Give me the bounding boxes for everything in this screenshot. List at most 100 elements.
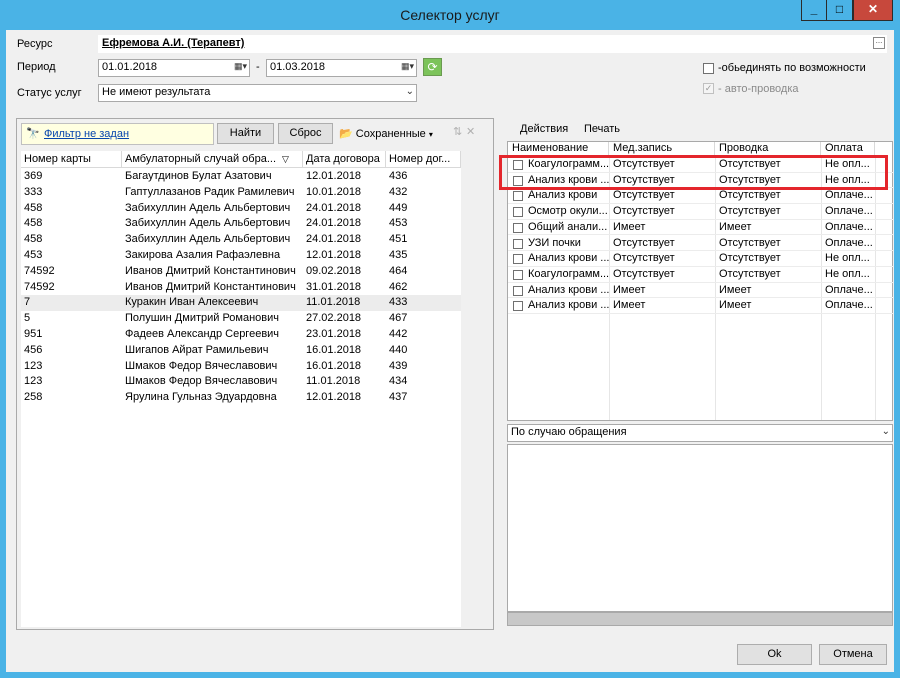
row-checkbox[interactable] — [513, 191, 523, 202]
table-row[interactable]: Анализ крови ... Имеет Имеет Оплаче... — [508, 298, 894, 314]
table-row[interactable]: 458 Забихуллин Адель Альбертович 24.01.201… — [21, 232, 461, 248]
reset-button[interactable]: Сброс — [278, 123, 333, 144]
card-number-cell: 951 — [24, 328, 43, 340]
card-number-cell: 369 — [24, 170, 43, 182]
payment-cell: Оплаче... — [825, 220, 873, 233]
period-from-field[interactable]: 01.01.2018 ▦▾ — [98, 59, 250, 77]
filter-link[interactable]: Фильтр не задан — [44, 128, 129, 140]
col-header-posting[interactable]: Проводка — [715, 142, 821, 156]
close-button[interactable]: ✕ — [853, 0, 893, 21]
med-record-cell: Имеет — [613, 299, 646, 312]
col-header-med-record[interactable]: Мед.запись — [609, 142, 715, 156]
row-checkbox[interactable] — [513, 222, 523, 233]
print-menu[interactable]: Печать — [584, 123, 620, 135]
col-header-case[interactable]: Амбулаторный случай обра... ▽ — [122, 151, 303, 168]
table-row[interactable]: 74592 Иванов Дмитрий Константинович 09.02.… — [21, 264, 461, 280]
contract-number-cell: 436 — [389, 170, 408, 182]
med-record-cell: Имеет — [613, 220, 646, 233]
table-row[interactable]: 333 Гаптуллазанов Радик Рамилевич 10.01.20… — [21, 185, 461, 201]
col-header-card-number[interactable]: Номер карты — [21, 151, 122, 168]
med-record-cell: Отсутствует — [613, 267, 675, 280]
med-record-cell: Отсутствует — [613, 189, 675, 202]
col-header-case-label: Амбулаторный случай обра... — [125, 153, 277, 165]
ok-button[interactable]: Ok — [737, 644, 812, 665]
contract-date-cell: 24.01.2018 — [306, 201, 362, 214]
table-row[interactable]: Анализ крови Отсутствует Отсутствует Оплаче… — [508, 188, 894, 205]
binoculars-icon: 🔭 — [26, 128, 40, 140]
table-row[interactable]: 453 Закирова Азалия Рафаэлевна 12.01.2018 4… — [21, 248, 461, 264]
find-button[interactable]: Найти — [217, 123, 274, 144]
table-row[interactable]: Осмотр окули... Отсутствует Отсутствует Опл… — [508, 204, 894, 220]
calendar-icon[interactable]: ▦▾ — [401, 61, 414, 72]
contract-date-cell: 11.01.2018 — [306, 296, 361, 309]
table-row[interactable]: Коагулограмм... Отсутствует Отсутствует Не … — [508, 267, 894, 283]
chevron-down-icon: ⌄ — [405, 86, 414, 97]
actions-menu[interactable]: Действия — [520, 123, 568, 135]
service-selector-window: Селектор услуг _ □ ✕ Ресурс Ефремова А.И… — [0, 0, 900, 678]
table-row[interactable]: 7 Куракин Иван Алексеевич 11.01.2018 433 — [21, 295, 461, 312]
table-row[interactable]: Анализ крови ... Отсутствует Отсутствует Не… — [508, 251, 894, 267]
table-row[interactable]: 458 Забихуллин Адель Альбертович 24.01.201… — [21, 201, 461, 217]
save-filter-icon[interactable]: ⇅ — [453, 125, 462, 138]
period-dash: - — [256, 61, 260, 73]
posting-cell: Отсутствует — [719, 267, 781, 280]
details-scrollbar[interactable] — [507, 612, 893, 626]
minimize-button[interactable]: _ — [801, 0, 827, 21]
resource-browse-button[interactable]: … — [873, 37, 885, 49]
service-name-cell: Общий анали... — [528, 220, 608, 233]
row-checkbox[interactable] — [513, 301, 523, 312]
contract-number-cell: 449 — [389, 201, 408, 214]
row-checkbox[interactable] — [513, 207, 523, 218]
table-row[interactable]: 458 Забихуллин Адель Альбертович 24.01.201… — [21, 216, 461, 232]
resource-field[interactable]: Ефремова А.И. (Терапевт) — [98, 35, 887, 53]
maximize-button[interactable]: □ — [827, 0, 853, 21]
posting-cell: Имеет — [719, 299, 752, 312]
contract-date-cell: 23.01.2018 — [306, 328, 362, 340]
services-panel: Действия Печать Наименование Мед.запись … — [499, 118, 894, 421]
contract-date-cell: 11.01.2018 — [306, 375, 361, 388]
posting-cell: Имеет — [719, 220, 752, 233]
row-checkbox[interactable] — [513, 254, 523, 265]
table-row[interactable]: 258 Ярулина Гульназ Эдуардовна 12.01.2018 4… — [21, 390, 461, 406]
col-header-payment[interactable]: Оплата — [821, 142, 875, 156]
saved-filters-dropdown[interactable]: 📂 Сохраненные ▾ — [339, 127, 433, 140]
row-checkbox[interactable] — [513, 238, 523, 249]
contract-number-cell: 451 — [389, 233, 408, 246]
patient-name-cell: Иванов Дмитрий Константинович — [125, 264, 296, 277]
table-row[interactable]: 123 Шмаков Федор Вячеславович 16.01.2018 43… — [21, 359, 461, 375]
contract-date-cell: 10.01.2018 — [306, 185, 362, 198]
delete-filter-icon[interactable]: ✕ — [466, 125, 475, 138]
calendar-icon[interactable]: ▦▾ — [234, 61, 247, 72]
title-bar[interactable]: Селектор услуг _ □ ✕ — [0, 0, 900, 30]
card-number-cell: 333 — [24, 185, 43, 198]
table-row[interactable]: Анализ крови ... Имеет Имеет Оплаче... — [508, 283, 894, 299]
card-number-cell: 74592 — [24, 264, 55, 277]
cases-grid: Номер карты Амбулаторный случай обра... … — [21, 151, 461, 627]
grouping-select[interactable]: По случаю обращения ⌄ — [507, 424, 893, 442]
table-row[interactable]: 5 Полушин Дмитрий Романович 27.02.2018 467 — [21, 311, 461, 327]
refresh-icon[interactable]: ⟳ — [423, 58, 442, 76]
cancel-button[interactable]: Отмена — [819, 644, 887, 665]
filter-box[interactable]: 🔭 Фильтр не задан — [21, 123, 214, 145]
posting-cell: Отсутствует — [719, 252, 781, 265]
col-header-contract-date[interactable]: Дата договора — [303, 151, 386, 168]
med-record-cell: Имеет — [613, 283, 646, 296]
payment-cell: Не опл... — [825, 267, 870, 280]
col-header-name[interactable]: Наименование — [508, 142, 609, 156]
card-number-cell: 258 — [24, 391, 43, 404]
status-select[interactable]: Не имеют результата ⌄ — [98, 84, 417, 102]
table-row[interactable]: 369 Багаутдинов Булат Азатович 12.01.2018 4… — [21, 169, 461, 185]
col-header-contract-number[interactable]: Номер дог... — [386, 151, 461, 168]
table-row[interactable]: 456 Шигапов Айрат Рамильевич 16.01.2018 440 — [21, 343, 461, 359]
table-row[interactable]: 123 Шмаков Федор Вячеславович 11.01.2018 43… — [21, 374, 461, 390]
patient-name-cell: Гаптуллазанов Радик Рамилевич — [125, 185, 295, 198]
table-row[interactable]: Общий анали... Имеет Имеет Оплаче... — [508, 220, 894, 236]
row-checkbox[interactable] — [513, 269, 523, 280]
row-checkbox[interactable] — [513, 285, 523, 296]
table-row[interactable]: 74592 Иванов Дмитрий Константинович 31.01.… — [21, 280, 461, 296]
combine-checkbox[interactable] — [703, 63, 714, 74]
table-row[interactable]: УЗИ почки Отсутствует Отсутствует Оплаче... — [508, 236, 894, 252]
auto-posting-checkbox[interactable]: ✓ — [703, 83, 714, 94]
period-to-field[interactable]: 01.03.2018 ▦▾ — [266, 59, 417, 77]
table-row[interactable]: 951 Фадеев Александр Сергеевич 23.01.2018 4… — [21, 327, 461, 343]
